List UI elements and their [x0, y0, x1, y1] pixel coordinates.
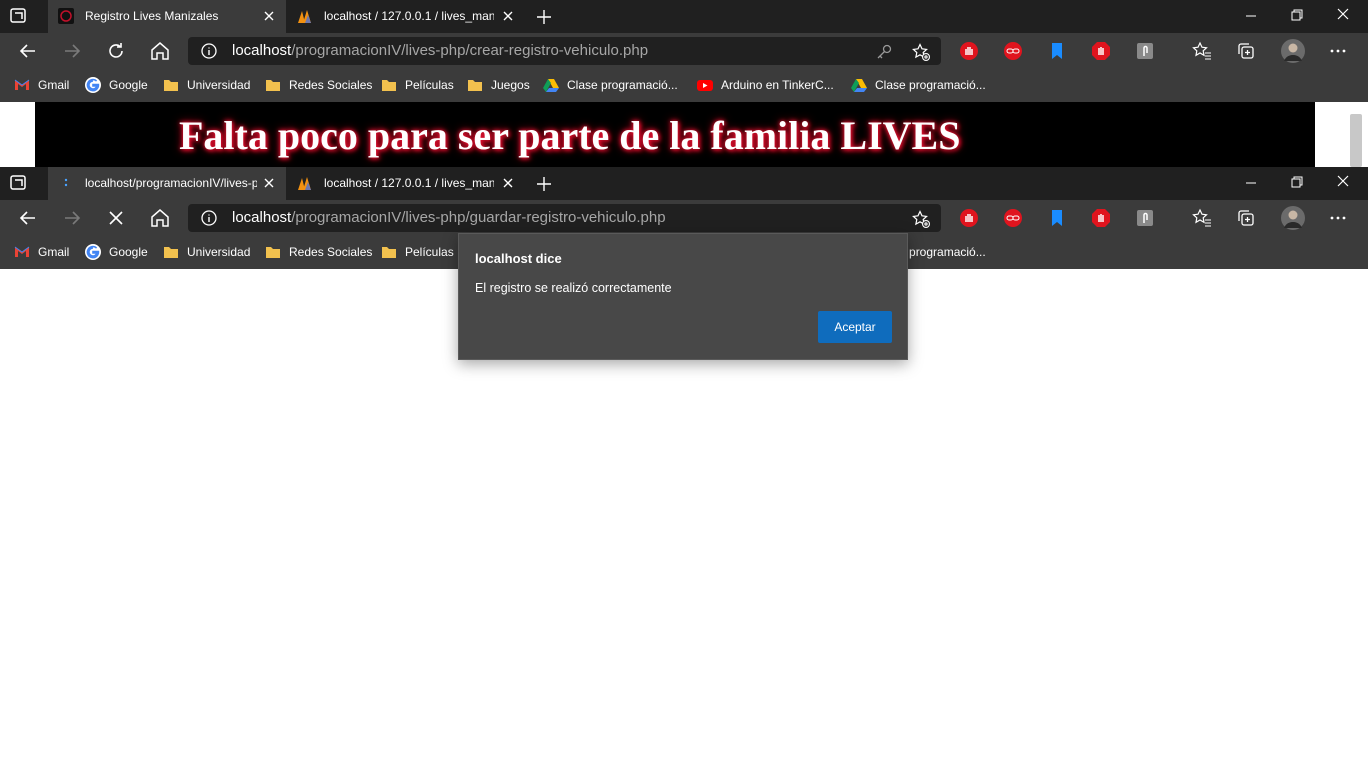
forward-arrow-icon[interactable] — [60, 206, 84, 230]
tab-title: localhost / 127.0.0.1 / lives_manizales — [324, 176, 494, 190]
folder-icon — [265, 244, 281, 260]
more-menu-icon[interactable] — [1328, 41, 1348, 61]
more-menu-icon[interactable] — [1328, 208, 1348, 228]
browser-window-back: Registro Lives Manizales localhost / 127… — [0, 0, 1368, 167]
scrollbar[interactable] — [1350, 114, 1362, 167]
tab-strip: localhost/programacionIV/lives-php/guard… — [0, 167, 1368, 200]
info-icon[interactable] — [201, 210, 217, 226]
folder-icon — [381, 77, 397, 93]
folder-icon — [163, 244, 179, 260]
folder-icon — [381, 244, 397, 260]
stop-loading-icon[interactable] — [104, 206, 128, 230]
forward-arrow-icon[interactable] — [60, 39, 84, 63]
stop-extension-icon[interactable] — [1091, 208, 1111, 228]
google-icon — [85, 244, 101, 260]
back-arrow-icon[interactable] — [16, 206, 40, 230]
avatar[interactable] — [1281, 206, 1305, 230]
collections-icon[interactable] — [1236, 41, 1256, 61]
loading-icon — [58, 175, 74, 191]
toolbar: localhost/programacionIV/lives-php/guard… — [0, 200, 1368, 236]
tab-strip: Registro Lives Manizales localhost / 127… — [0, 0, 1368, 33]
bookmark-extension-icon[interactable] — [1047, 41, 1067, 61]
close-window-icon[interactable] — [1320, 0, 1366, 33]
url-text: localhost/programacionIV/lives-php/crear… — [232, 42, 649, 59]
youtube-icon — [697, 77, 713, 93]
bookmarks-bar: Gmail Google Universidad Redes Sociales … — [0, 69, 1368, 102]
gmail-icon — [14, 77, 30, 93]
bookmark-extension-icon[interactable] — [1047, 208, 1067, 228]
link-extension-icon[interactable] — [1003, 208, 1023, 228]
restore-icon[interactable] — [1274, 167, 1320, 200]
page-banner: Falta poco para ser parte de la familia … — [35, 102, 1315, 167]
add-favorite-icon[interactable] — [912, 210, 930, 228]
adblock-extension-icon[interactable] — [959, 41, 979, 61]
folder-icon — [265, 77, 281, 93]
back-arrow-icon[interactable] — [16, 39, 40, 63]
home-icon[interactable] — [148, 206, 172, 230]
adblock-extension-icon[interactable] — [959, 208, 979, 228]
banner-title: Falta poco para ser parte de la familia … — [179, 113, 961, 158]
phpmyadmin-icon — [297, 175, 313, 191]
tab-title: Registro Lives Manizales — [85, 9, 219, 23]
tab-guardar-registro[interactable]: localhost/programacionIV/lives-php/guard… — [48, 167, 286, 200]
avatar[interactable] — [1281, 39, 1305, 63]
home-icon[interactable] — [148, 39, 172, 63]
info-icon[interactable] — [201, 43, 217, 59]
dialog-title: localhost dice — [475, 251, 562, 266]
tab-actions-icon[interactable] — [8, 6, 30, 26]
accept-button[interactable]: Aceptar — [818, 311, 892, 343]
refresh-icon[interactable] — [104, 39, 128, 63]
page-content: Falta poco para ser parte de la familia … — [0, 102, 1368, 167]
drive-icon — [543, 77, 559, 93]
restore-icon[interactable] — [1274, 0, 1320, 33]
tab-phpmyadmin[interactable]: localhost / 127.0.0.1 / lives_manizales — [287, 0, 525, 33]
tab-registro-lives[interactable]: Registro Lives Manizales — [48, 0, 286, 33]
url-text: localhost/programacionIV/lives-php/guard… — [232, 209, 666, 226]
tab-title: localhost/programacionIV/lives-php/guard… — [85, 176, 257, 190]
phpmyadmin-icon — [297, 8, 313, 24]
new-tab-icon[interactable] — [534, 174, 554, 194]
close-tab-icon[interactable] — [262, 176, 276, 190]
drive-icon — [851, 77, 867, 93]
address-bar[interactable]: localhost/programacionIV/lives-php/guard… — [188, 204, 941, 232]
touch-extension-icon[interactable] — [1135, 41, 1155, 61]
tab-actions-icon[interactable] — [8, 173, 30, 193]
close-tab-icon[interactable] — [262, 9, 276, 23]
link-extension-icon[interactable] — [1003, 41, 1023, 61]
favorites-icon[interactable] — [1192, 208, 1212, 228]
google-icon — [85, 77, 101, 93]
minimize-icon[interactable] — [1228, 0, 1274, 33]
close-tab-icon[interactable] — [501, 176, 515, 190]
tab-phpmyadmin[interactable]: localhost / 127.0.0.1 / lives_manizales — [287, 167, 525, 200]
touch-extension-icon[interactable] — [1135, 208, 1155, 228]
gmail-icon — [14, 244, 30, 260]
toolbar: localhost/programacionIV/lives-php/crear… — [0, 33, 1368, 69]
close-window-icon[interactable] — [1320, 167, 1366, 200]
address-bar[interactable]: localhost/programacionIV/lives-php/crear… — [188, 37, 941, 65]
tab-title: localhost / 127.0.0.1 / lives_manizales — [324, 9, 494, 23]
add-favorite-icon[interactable] — [912, 43, 930, 61]
folder-icon — [163, 77, 179, 93]
minimize-icon[interactable] — [1228, 167, 1274, 200]
alert-dialog: localhost dice El registro se realizó co… — [458, 233, 908, 360]
favorites-icon[interactable] — [1192, 41, 1212, 61]
stop-extension-icon[interactable] — [1091, 41, 1111, 61]
dialog-message: El registro se realizó correctamente — [475, 281, 672, 295]
collections-icon[interactable] — [1236, 208, 1256, 228]
site-favicon-icon — [58, 8, 74, 24]
folder-icon — [467, 77, 483, 93]
close-tab-icon[interactable] — [501, 9, 515, 23]
key-icon[interactable] — [875, 43, 893, 61]
new-tab-icon[interactable] — [534, 7, 554, 27]
